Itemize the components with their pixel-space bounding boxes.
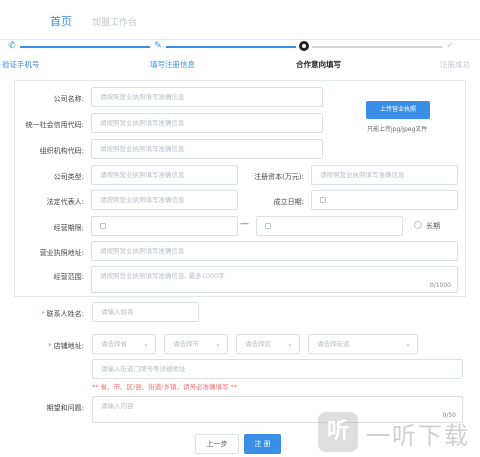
nav-home[interactable]: 首页 [50, 13, 72, 29]
business-scope-placeholder: 请按照营业执照填写准确信息, 最多1000字 [100, 272, 225, 280]
company-name-input[interactable]: 请按照营业执照填写准确信息 [91, 87, 323, 107]
business-scope-label: 经营范围: [53, 273, 84, 281]
watermark: 听 一听下载 [318, 410, 478, 456]
contact-name-input[interactable]: 请输入姓名 [92, 302, 199, 322]
step-connector-1 [20, 46, 150, 48]
term-start-input[interactable] [91, 216, 238, 236]
license-address-input[interactable]: 请按照营业执照填写准确信息 [91, 241, 458, 261]
term-dash: — [240, 219, 249, 229]
license-address-label: 营业执照地址: [39, 249, 84, 257]
calendar-icon [320, 197, 326, 203]
calendar-icon [100, 223, 106, 229]
phone-icon: ✆ [8, 41, 16, 51]
step-connector-3 [312, 46, 442, 48]
org-code-input[interactable]: 请按照营业执照填写准确信息 [91, 139, 323, 159]
wish-label: 期望和问题: [46, 404, 84, 412]
target-icon [298, 40, 310, 52]
term-label: 经营期限: [53, 224, 84, 232]
step-label-success: 注册成功 [440, 60, 470, 69]
detail-address-input[interactable]: 请输入街道门牌号等详细地址 [92, 359, 463, 379]
watermark-logo: 听 [318, 412, 358, 452]
store-address-label: * 店铺地址: [48, 342, 84, 350]
business-scope-counter: 0/1000 [429, 282, 451, 289]
step-label-register-info: 填写注册信息 [150, 60, 195, 69]
longterm-radio[interactable] [414, 221, 422, 229]
address-error-text: ** 省、市、区/县、街道/乡镇，请务必准确填写 ** [92, 383, 238, 391]
pen-icon: ✎ [154, 41, 162, 51]
register-button[interactable]: 注 册 [244, 434, 281, 454]
contact-name-label: * 联系人姓名: [41, 310, 84, 318]
company-type-label: 公司类型: [53, 173, 84, 181]
upload-tip: 只能上传jpg/jpeg文件 [367, 126, 428, 133]
check-icon: ✓ [446, 41, 454, 51]
step-label-intent: 合作意向填写 [296, 60, 341, 69]
term-end-input[interactable] [256, 216, 403, 236]
company-name-label: 公司名称: [53, 95, 84, 103]
business-scope-textarea[interactable]: 请按照营业执照填写准确信息, 最多1000字 0/1000 [91, 266, 458, 293]
chevron-down-icon: ⌄ [287, 340, 293, 348]
chevron-down-icon: ⌄ [215, 340, 221, 348]
chevron-down-icon: ⌄ [143, 340, 149, 348]
founded-date-input[interactable] [311, 190, 458, 210]
org-code-label: 组织机构代码: [39, 147, 84, 155]
credit-code-label: 统一社会信用代码: [25, 121, 84, 129]
wish-placeholder: 请输入内容 [101, 402, 134, 410]
top-nav: 首页 加盟工作台 [0, 0, 480, 40]
prev-step-button[interactable]: 上一步 [195, 434, 239, 454]
legal-rep-label: 法定代表人: [46, 198, 84, 206]
registered-capital-label: 注册资本(万元): [254, 173, 304, 181]
step-progress: ✆ ✎ ✓ 验证手机号 填写注册信息 合作意向填写 注册成功 [0, 40, 480, 74]
chevron-down-icon: ⌄ [405, 340, 411, 348]
upload-license-button[interactable]: 上传营业执照 [366, 101, 430, 119]
street-select[interactable]: 请选择街道 ⌄ [308, 334, 418, 354]
step-connector-2 [166, 46, 296, 48]
province-select[interactable]: 请选择省 ⌄ [92, 334, 156, 354]
watermark-text: 一听下载 [366, 422, 470, 450]
registered-capital-input[interactable]: 请按照营业执照填写准确信息 [311, 165, 458, 185]
nav-join-workbench[interactable]: 加盟工作台 [92, 15, 137, 28]
city-select[interactable]: 请选择市 ⌄ [164, 334, 228, 354]
company-type-input[interactable]: 请按照营业执照填写准确信息 [91, 165, 238, 185]
longterm-label: 长期 [426, 222, 440, 230]
step-label-verify-phone: 验证手机号 [2, 60, 40, 69]
legal-rep-input[interactable]: 请按照营业执照填写准确信息 [91, 190, 238, 210]
founded-date-label: 成立日期: [273, 198, 304, 206]
credit-code-input[interactable]: 请按照营业执照填写准确信息 [91, 113, 323, 133]
calendar-icon [265, 223, 271, 229]
district-select[interactable]: 请选择区 ⌄ [236, 334, 300, 354]
